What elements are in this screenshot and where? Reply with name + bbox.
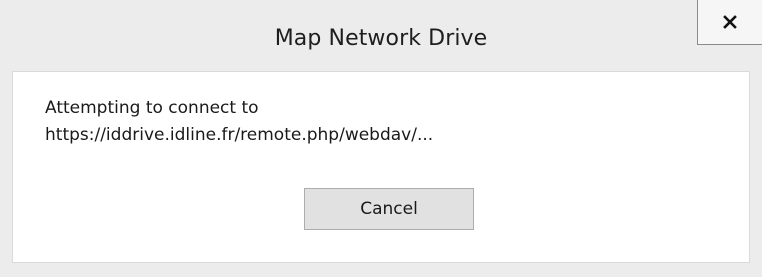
- status-message: Attempting to connect to https://iddrive…: [45, 95, 433, 149]
- map-network-drive-dialog: Map Network Drive Attempting to connect …: [0, 0, 762, 277]
- status-message-line1: Attempting to connect to: [45, 98, 259, 118]
- cancel-button[interactable]: Cancel: [304, 188, 474, 230]
- close-button[interactable]: [697, 0, 762, 45]
- title-bar: Map Network Drive: [0, 0, 762, 64]
- close-icon: [723, 15, 737, 29]
- dialog-content: Attempting to connect to https://iddrive…: [12, 71, 750, 263]
- status-message-url: https://iddrive.idline.fr/remote.php/web…: [45, 125, 434, 145]
- window-title: Map Network Drive: [274, 26, 488, 51]
